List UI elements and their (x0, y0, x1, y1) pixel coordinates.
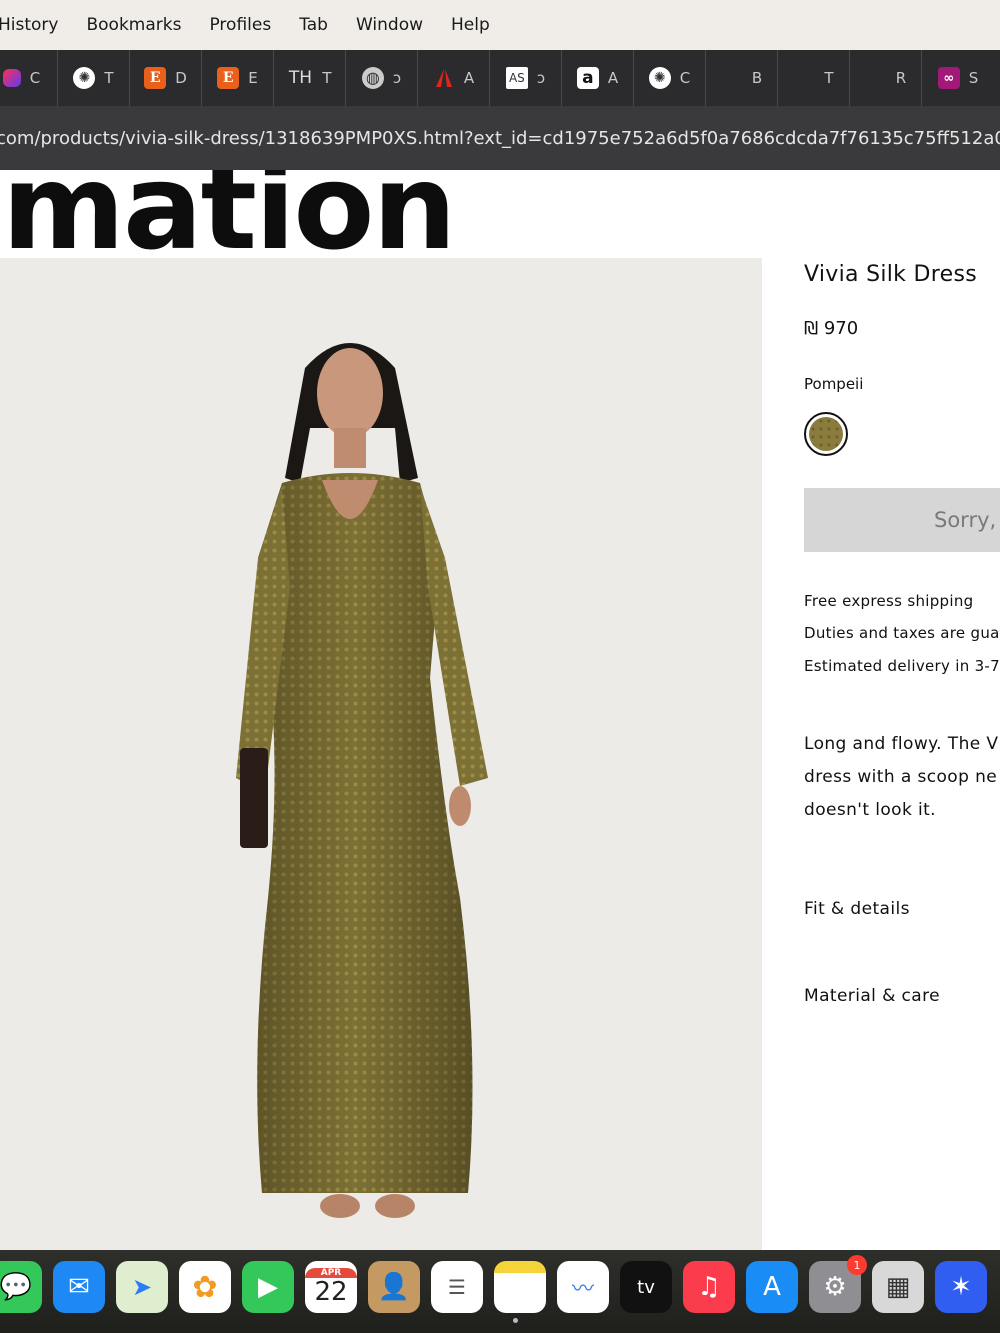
tab-label: T (824, 69, 834, 87)
openai-icon: ✺ (648, 67, 671, 89)
menu-history[interactable]: History (0, 15, 58, 35)
appletv-icon[interactable]: tv (620, 1261, 672, 1313)
description-line: doesn't look it. (804, 800, 936, 820)
browser-tab[interactable]: ∞ S (922, 50, 994, 106)
spark-icon[interactable]: ✶ (935, 1261, 987, 1313)
menu-bar: History Bookmarks Profiles Tab Window He… (0, 0, 1000, 50)
fit-details-accordion[interactable]: Fit & details (804, 899, 910, 919)
adobe-icon (433, 67, 455, 89)
etsy-icon: E (217, 67, 240, 89)
tab-label: ↄ (392, 69, 402, 87)
appstore-icon[interactable]: A (746, 1261, 798, 1313)
description-line: Long and flowy. The V (804, 734, 999, 754)
tab-label: E (248, 69, 258, 87)
maps-icon[interactable]: ➤ (116, 1261, 168, 1313)
material-care-accordion[interactable]: Material & care (804, 986, 940, 1006)
openai-icon: ✺ (73, 67, 96, 89)
tab-strip: C ✺ T E D E E TH T ◍ ↄ A AS ↄ a A ✺ C B (0, 50, 1000, 106)
tab-label: B (751, 69, 763, 87)
tab-label: C (679, 69, 691, 87)
browser-tab[interactable]: E D (130, 50, 202, 106)
menu-window[interactable]: Window (356, 15, 423, 35)
url-text[interactable]: com/products/vivia-silk-dress/1318639PMP… (0, 128, 1000, 149)
blank-icon (793, 67, 815, 89)
messages-icon[interactable]: 💬 (0, 1261, 42, 1313)
browser-tab[interactable]: R (850, 50, 922, 106)
browser-tab[interactable]: ✺ T (58, 50, 130, 106)
shipping-line: Free express shipping (804, 592, 974, 610)
address-bar[interactable]: com/products/vivia-silk-dress/1318639PMP… (0, 106, 1000, 170)
tab-label: T (104, 69, 114, 87)
notes-icon[interactable] (494, 1261, 546, 1313)
browser-tab[interactable]: a A (562, 50, 634, 106)
browser-tab[interactable]: ✺ C (634, 50, 706, 106)
web-page: mation Vivia Silk Dress ₪ 970 Pompeii So… (0, 170, 1000, 1250)
reminders-icon[interactable]: ☰ (431, 1261, 483, 1313)
shipping-line: Duties and taxes are guar (804, 624, 1000, 642)
globe-icon: ◍ (361, 67, 384, 89)
browser-tab[interactable]: C (0, 50, 58, 106)
browser-tab[interactable]: ◍ ↄ (346, 50, 418, 106)
hero-heading: mation (2, 170, 457, 276)
menu-help[interactable]: Help (451, 15, 490, 35)
contacts-icon[interactable]: 👤 (368, 1261, 420, 1313)
blank-icon (865, 67, 887, 89)
running-indicator (513, 1318, 518, 1323)
freeform-icon[interactable]: 〰 (557, 1261, 609, 1313)
product-price: ₪ 970 (804, 318, 859, 339)
model-in-dress-image (236, 343, 488, 1218)
menu-profiles[interactable]: Profiles (209, 15, 271, 35)
browser-tab[interactable]: E E (202, 50, 274, 106)
product-description: Long and flowy. The V dress with a scoop… (804, 728, 998, 827)
blank-icon (721, 67, 743, 89)
browser-tab[interactable]: B (706, 50, 778, 106)
calculator-icon[interactable]: ▦ (872, 1261, 924, 1313)
menu-bookmarks[interactable]: Bookmarks (86, 15, 181, 35)
tab-label: S (968, 69, 979, 87)
tab-label: C (29, 69, 41, 87)
product-title: Vivia Silk Dress (804, 262, 977, 287)
tab-label: A (463, 69, 475, 87)
th-icon: TH (288, 67, 312, 88)
dock: 💬 ✉ ➤ ✿ ▶ APR 22 👤 ☰ 〰 tv ♫ A ⚙ 1 ▦ ✶ (0, 1250, 1000, 1333)
browser-tab[interactable]: TH T (274, 50, 346, 106)
description-line: dress with a scoop ne (804, 767, 998, 787)
amazon-icon: a (576, 67, 599, 89)
calendar-day: 22 (314, 1276, 348, 1307)
sold-out-button[interactable]: Sorry, (804, 488, 1000, 552)
swatch-fill (809, 417, 843, 451)
tab-label: D (175, 69, 187, 87)
browser-tab[interactable]: A (418, 50, 490, 106)
browser-tab[interactable]: AS ↄ (490, 50, 562, 106)
tab-label: ↄ (536, 69, 546, 87)
mail-icon[interactable]: ✉ (53, 1261, 105, 1313)
shipping-line: Estimated delivery in 3-7 (804, 657, 1000, 675)
menu-tab[interactable]: Tab (299, 15, 328, 35)
calendar-icon[interactable]: APR 22 (305, 1261, 357, 1313)
settings-icon[interactable]: ⚙ 1 (809, 1255, 867, 1313)
color-name: Pompeii (804, 375, 864, 393)
app-icon (2, 69, 21, 87)
notification-badge: 1 (847, 1255, 867, 1275)
product-photo[interactable] (0, 258, 762, 1250)
link-icon: ∞ (937, 67, 960, 89)
color-swatch[interactable] (804, 412, 848, 456)
tab-label: R (895, 69, 907, 87)
tab-label: A (607, 69, 619, 87)
browser-tab[interactable]: T (778, 50, 850, 106)
facetime-icon[interactable]: ▶ (242, 1261, 294, 1313)
tab-label: T (322, 69, 332, 87)
music-icon[interactable]: ♫ (683, 1261, 735, 1313)
as-icon: AS (505, 67, 528, 89)
photos-icon[interactable]: ✿ (179, 1261, 231, 1313)
etsy-icon: E (144, 67, 167, 89)
